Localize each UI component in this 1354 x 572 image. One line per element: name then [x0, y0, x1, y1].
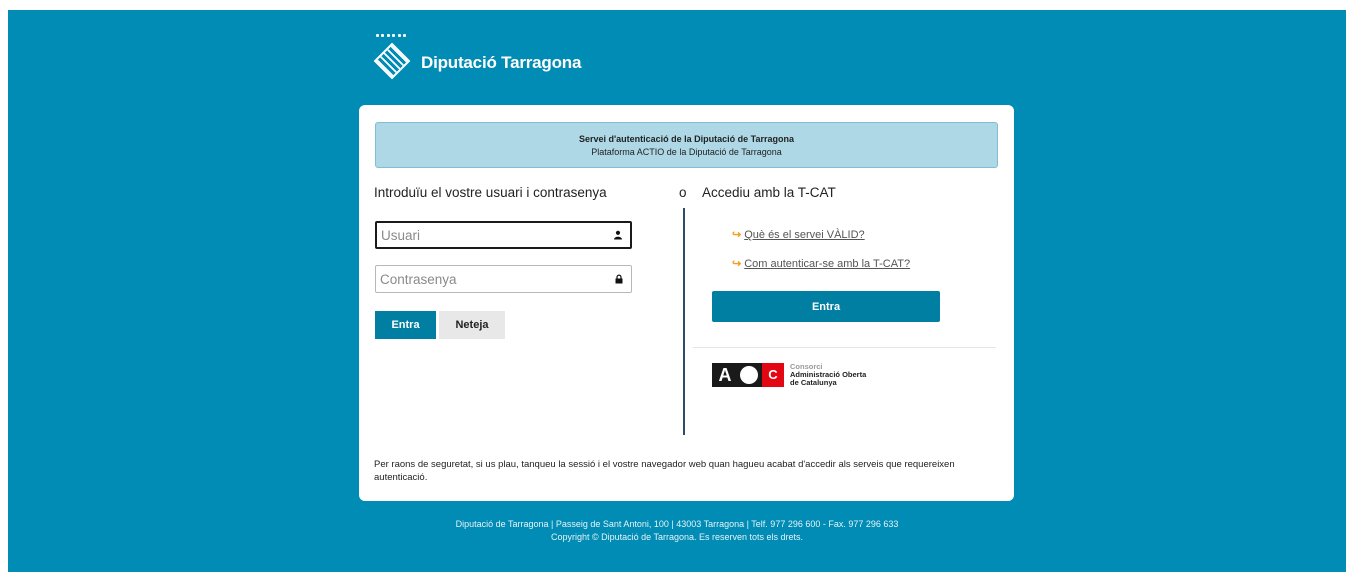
clear-button[interactable]: Neteja — [439, 311, 505, 339]
horizontal-divider — [693, 347, 996, 348]
aoc-text: Consorci Administració Oberta de Catalun… — [790, 363, 866, 387]
footer-copyright: Copyright © Diputació de Tarragona. Es r… — [550, 532, 804, 542]
password-field[interactable] — [375, 265, 632, 293]
what-is-valid-link[interactable]: Què és el servei VÀLID? — [744, 229, 864, 241]
brand-name: Diputació Tarragona — [421, 53, 582, 72]
arrow-right-icon: ↪ — [732, 258, 742, 270]
login-card: Servei d'autenticació de la Diputació de… — [359, 105, 1014, 501]
login-submit-button[interactable]: Entra — [375, 311, 436, 339]
vertical-divider — [683, 208, 685, 435]
or-separator-label: o — [679, 185, 687, 200]
aoc-line3: de Catalunya — [790, 378, 837, 387]
service-banner: Servei d'autenticació de la Diputació de… — [375, 122, 998, 168]
user-icon — [614, 230, 622, 240]
aoc-circle-icon — [736, 363, 762, 387]
aoc-emblem: A C — [712, 363, 784, 387]
tcat-heading: Accediu amb la T-CAT — [702, 185, 836, 200]
tcat-link-row: ↪ Què és el servei VÀLID? — [732, 228, 865, 241]
tcat-submit-button[interactable]: Entra — [712, 291, 940, 322]
lock-icon — [615, 274, 623, 284]
username-input[interactable] — [377, 223, 601, 247]
tcat-link-row: ↪ Com autenticar-se amb la T-CAT? — [732, 257, 910, 270]
username-field[interactable] — [375, 221, 632, 249]
diputacio-logo[interactable]: Diputació Tarragona — [373, 34, 581, 84]
password-input[interactable] — [376, 266, 600, 292]
crown-icon — [376, 34, 406, 40]
how-to-authenticate-link[interactable]: Com autenticar-se amb la T-CAT? — [744, 258, 910, 270]
footer-address: Diputació de Tarragona | Passeig de Sant… — [455, 519, 899, 529]
banner-title: Servei d'autenticació de la Diputació de… — [578, 134, 795, 144]
banner-subtitle: Plataforma ACTIO de la Diputació de Tarr… — [591, 147, 782, 157]
arrow-right-icon: ↪ — [732, 229, 742, 241]
page-background: Diputació Tarragona Servei d'autenticaci… — [8, 10, 1346, 572]
footer: Diputació de Tarragona | Passeig de Sant… — [8, 518, 1346, 544]
diamond-icon — [373, 42, 411, 80]
aoc-letter-c: C — [762, 363, 784, 387]
diputacio-emblem-icon — [373, 34, 413, 84]
login-heading: Introduïu el vostre usuari i contrasenya — [374, 185, 607, 200]
aoc-letter-a: A — [712, 363, 738, 387]
security-notice: Per raons de seguretat, si us plau, tanq… — [374, 459, 955, 483]
aoc-logo: A C Consorci Administració Oberta de Cat… — [712, 361, 866, 389]
